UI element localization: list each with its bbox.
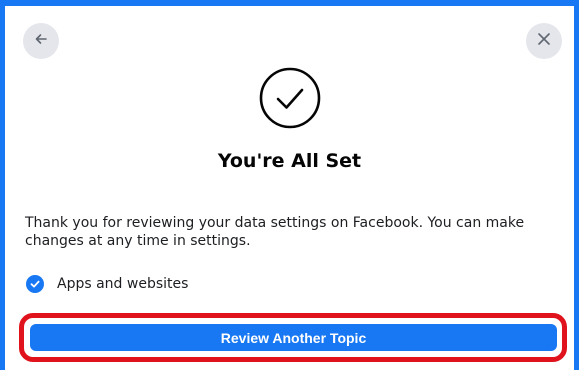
back-button[interactable] xyxy=(23,23,59,59)
setting-item-apps-and-websites: Apps and websites xyxy=(26,275,188,293)
arrow-left-icon xyxy=(33,31,49,52)
check-circle-icon xyxy=(259,67,321,134)
setting-label: Apps and websites xyxy=(57,276,189,292)
page-title: You're All Set xyxy=(217,150,362,172)
review-another-topic-button[interactable]: Review Another Topic xyxy=(30,324,557,351)
description-text: Thank you for reviewing your data settin… xyxy=(25,215,525,249)
close-button[interactable] xyxy=(526,23,562,59)
check-badge-icon xyxy=(26,275,44,293)
close-icon xyxy=(536,31,552,52)
